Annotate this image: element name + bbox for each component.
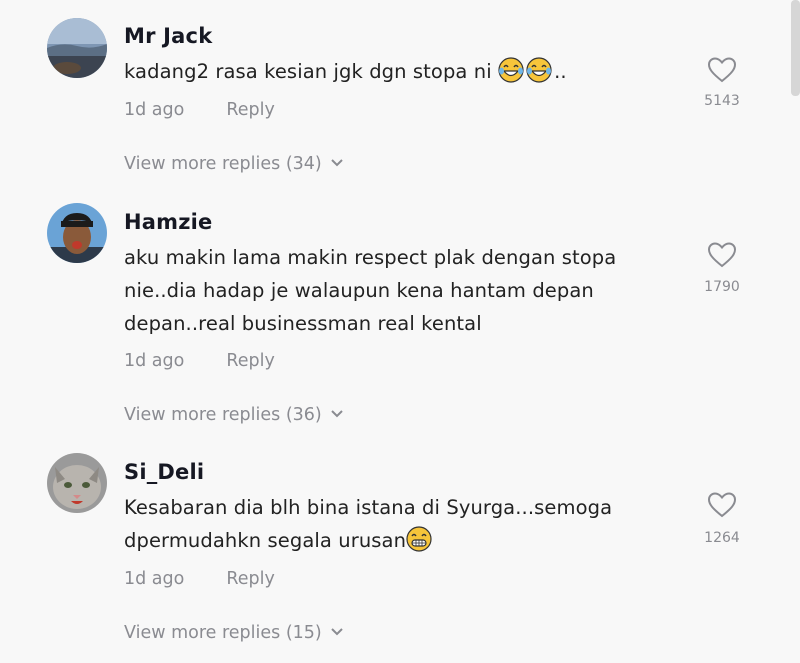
comment-text-body: kadang2 rasa kesian jgk dgn stopa ni [124, 60, 492, 83]
heart-outline-icon [707, 492, 737, 518]
comment-time: 1d ago [124, 100, 185, 120]
comment-username[interactable]: Si_Deli [124, 460, 204, 484]
face-with-tears-of-joy-icon [526, 57, 552, 83]
like-button[interactable] [707, 491, 737, 519]
avatar-image [47, 453, 107, 513]
comment-meta: 1d ago Reply [124, 100, 275, 120]
comment-text-suffix: .. [554, 60, 567, 83]
avatar[interactable] [47, 18, 107, 78]
like-button[interactable] [707, 56, 737, 84]
comment-text-body: Kesabaran dia blh bina istana di Syurga.… [124, 496, 613, 552]
view-more-replies-label: View more replies (15) [124, 623, 322, 643]
avatar[interactable] [47, 203, 107, 263]
comment-username[interactable]: Hamzie [124, 210, 213, 234]
reply-button[interactable]: Reply [226, 351, 274, 371]
view-more-replies-label: View more replies (36) [124, 405, 322, 425]
comment-meta: 1d ago Reply [124, 351, 275, 371]
avatar[interactable] [47, 453, 107, 513]
view-more-replies-button[interactable]: View more replies (36) [124, 405, 344, 425]
heart-outline-icon [707, 242, 737, 268]
avatar-image [47, 203, 107, 263]
chevron-down-icon [331, 159, 343, 167]
grinning-face-icon [406, 526, 432, 552]
reply-button[interactable]: Reply [226, 100, 274, 120]
chevron-down-icon [331, 628, 343, 636]
view-more-replies-button[interactable]: View more replies (34) [124, 154, 344, 174]
chevron-down-icon [331, 410, 343, 418]
comment-username[interactable]: Mr Jack [124, 24, 212, 48]
like-count: 1790 [704, 279, 740, 295]
reply-button[interactable]: Reply [226, 569, 274, 589]
scrollbar[interactable] [791, 0, 800, 96]
face-with-tears-of-joy-icon [498, 57, 524, 83]
comment-meta: 1d ago Reply [124, 569, 275, 589]
like-count: 5143 [704, 93, 740, 109]
avatar-image [47, 18, 107, 78]
heart-outline-icon [707, 57, 737, 83]
comment-text: kadang2 rasa kesian jgk dgn stopa ni .. [124, 55, 664, 88]
view-more-replies-label: View more replies (34) [124, 154, 322, 174]
comment-time: 1d ago [124, 351, 185, 371]
view-more-replies-button[interactable]: View more replies (15) [124, 623, 344, 643]
like-count: 1264 [704, 530, 740, 546]
comment-time: 1d ago [124, 569, 185, 589]
like-button[interactable] [707, 241, 737, 269]
comment-text: aku makin lama makin respect plak dengan… [124, 246, 617, 335]
comment-text: Kesabaran dia blh bina istana di Syurga.… [124, 491, 664, 557]
